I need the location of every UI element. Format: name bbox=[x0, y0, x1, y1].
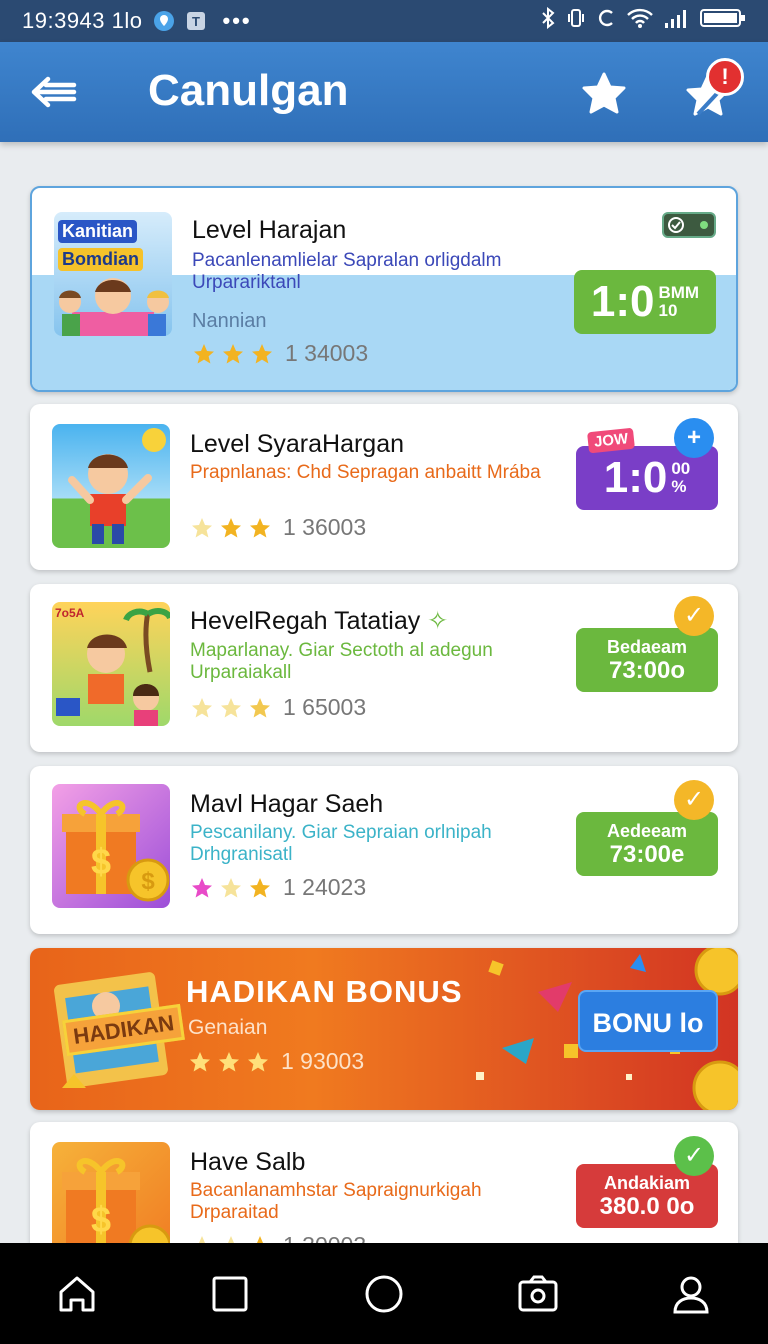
svg-text:$: $ bbox=[141, 868, 155, 895]
button-unit: 00% bbox=[671, 459, 691, 496]
battery-icon bbox=[700, 7, 746, 35]
bottom-nav bbox=[0, 1243, 768, 1344]
item-description: Pacanlenamlielar Sapralan orligdalm Urpa… bbox=[192, 250, 502, 293]
toggle-switch[interactable] bbox=[662, 212, 716, 238]
button-value: 73:00o bbox=[608, 657, 686, 684]
item-rating: 1 36003 bbox=[190, 514, 366, 541]
list-item[interactable]: 7o5A HevelRegah Tatatiay ✧ Maparlanay. G… bbox=[30, 584, 738, 752]
item-title: HevelRegah Tatatiay ✧ bbox=[190, 607, 449, 635]
more-status-icon: ••• bbox=[222, 8, 252, 33]
item-title: Level Harajan bbox=[192, 216, 347, 244]
page-title: Canulgan bbox=[148, 66, 349, 115]
rating-count: 1 24023 bbox=[283, 874, 367, 900]
svg-text:T: T bbox=[192, 14, 200, 29]
sync-icon bbox=[596, 7, 616, 35]
svg-text:$: $ bbox=[91, 841, 111, 882]
star-icon bbox=[250, 517, 270, 537]
item-description: Prapnlanas: Chd Sepragan anbaitt Mrába bbox=[190, 462, 541, 483]
star-icon bbox=[250, 697, 270, 717]
vibrate-icon bbox=[566, 7, 586, 35]
svg-text:$: $ bbox=[91, 1199, 111, 1240]
rating-count: 1 93003 bbox=[281, 1048, 365, 1074]
star-icon bbox=[221, 697, 241, 717]
sparkle-icon: ✧ bbox=[427, 607, 449, 635]
rating-count: 1 34003 bbox=[285, 340, 369, 366]
item-title: Level SyaraHargan bbox=[190, 430, 405, 458]
gift-thumbnail: $ $ bbox=[52, 784, 170, 908]
bonus-banner[interactable]: HADIKAN HADIKAN BONUS Genaian 1 93003 BO… bbox=[30, 948, 738, 1110]
check-icon: ✓ bbox=[674, 780, 714, 820]
thumbnail-title-1: Kanitian bbox=[58, 220, 138, 243]
add-icon[interactable]: + bbox=[674, 418, 714, 458]
check-icon: ✓ bbox=[674, 596, 714, 636]
check-icon: ✓ bbox=[674, 1136, 714, 1176]
home-circle-icon[interactable] bbox=[362, 1272, 406, 1316]
star-icon bbox=[223, 343, 243, 363]
button-value: 1:0 bbox=[603, 453, 668, 502]
status-bar: 19:3943 1lo T ••• bbox=[0, 0, 768, 42]
claim-button[interactable]: Aedeeam 73:00e bbox=[576, 812, 718, 876]
list-item[interactable]: Kanitian Bomdian Level Harajan Pacanlena… bbox=[30, 186, 738, 392]
game-thumbnail: 7o5A bbox=[52, 602, 170, 726]
star-icon bbox=[250, 877, 270, 897]
star-icon bbox=[221, 877, 241, 897]
star-icon bbox=[221, 517, 241, 537]
profile-icon[interactable] bbox=[669, 1272, 713, 1316]
signal-icon bbox=[664, 7, 690, 35]
button-unit: BMM 10 bbox=[658, 283, 700, 320]
star-icon bbox=[192, 877, 212, 897]
bonus-rating: 1 93003 bbox=[188, 1048, 364, 1075]
location-icon bbox=[153, 10, 175, 32]
item-description: Pescanilany. Giar Sepraian orlnipah Drhg… bbox=[190, 822, 492, 865]
bonus-title: HADIKAN BONUS bbox=[186, 974, 463, 1009]
game-thumbnail bbox=[52, 424, 170, 548]
star-icon bbox=[252, 343, 272, 363]
list-item[interactable]: Level SyaraHargan Prapnlanas: Chd Seprag… bbox=[30, 404, 738, 570]
rating-count: 1 36003 bbox=[283, 514, 367, 540]
game-thumbnail: Kanitian Bomdian bbox=[54, 212, 172, 336]
list-item[interactable]: $ Have Salb Bacanlanamhstar Sapraignurki… bbox=[30, 1122, 738, 1262]
star-icon[interactable] bbox=[580, 70, 628, 118]
item-title: Have Salb bbox=[190, 1148, 306, 1176]
claim-button[interactable]: Bedaeam 73:00o bbox=[576, 628, 718, 692]
item-description: Maparlanay. Giar Sectoth al adegun Urpar… bbox=[190, 640, 493, 683]
bluetooth-icon bbox=[540, 6, 556, 35]
item-rating: 1 34003 bbox=[192, 340, 368, 367]
item-rating: 1 24023 bbox=[190, 874, 366, 901]
star-icon bbox=[192, 697, 212, 717]
star-icon bbox=[248, 1051, 268, 1071]
thumbnail-title-2: Bomdian bbox=[58, 248, 144, 271]
app-bar: Canulgan ! bbox=[0, 42, 768, 142]
star-icon bbox=[192, 517, 212, 537]
recents-icon[interactable] bbox=[208, 1272, 252, 1316]
back-arrow-icon[interactable] bbox=[30, 72, 80, 112]
button-value: 1:0 bbox=[590, 277, 655, 326]
bonus-subtitle: Genaian bbox=[188, 1016, 268, 1039]
bonus-button[interactable]: BONU lo bbox=[578, 990, 718, 1052]
status-time: 19:3943 1lo bbox=[22, 8, 143, 33]
rating-count: 1 65003 bbox=[283, 694, 367, 720]
app-notification-icon: T bbox=[185, 10, 207, 32]
item-description: Bacanlanamhstar Sapraignurkigah Drparait… bbox=[190, 1180, 482, 1223]
play-button[interactable]: 1:0 BMM 10 bbox=[574, 270, 716, 334]
home-icon[interactable] bbox=[55, 1272, 99, 1316]
button-value: 73:00e bbox=[609, 841, 685, 868]
notification-badge[interactable]: ! bbox=[706, 58, 744, 96]
list-item[interactable]: $ $ Mavl Hagar Saeh Pescanilany. Giar Se… bbox=[30, 766, 738, 934]
star-icon bbox=[194, 343, 214, 363]
item-title: Mavl Hagar Saeh bbox=[190, 790, 384, 818]
item-subtitle: Nannian bbox=[192, 310, 267, 332]
wifi-icon bbox=[626, 7, 654, 35]
camera-icon[interactable] bbox=[516, 1272, 560, 1316]
button-value: 380.0 0o bbox=[599, 1193, 695, 1220]
star-icon bbox=[219, 1051, 239, 1071]
star-icon bbox=[190, 1051, 210, 1071]
item-rating: 1 65003 bbox=[190, 694, 366, 721]
